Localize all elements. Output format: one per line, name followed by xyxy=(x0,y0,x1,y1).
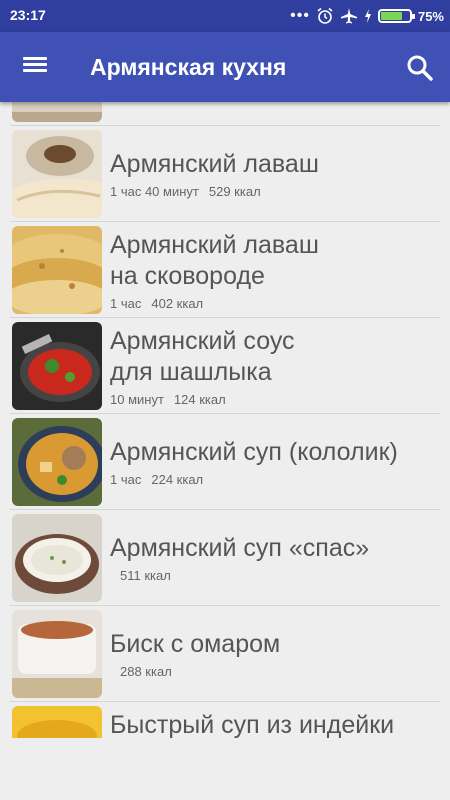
recipe-title: Армянский соус для шашлыка xyxy=(110,326,295,386)
list-bottom-area xyxy=(0,738,450,800)
list-item[interactable]: Армянский лаваш на сковороде 1 час 402 кк… xyxy=(10,222,440,318)
status-icons: ••• 75% xyxy=(290,6,444,26)
app-bar: Армянская кухня xyxy=(0,32,450,102)
recipe-text: Биск с омаром 288 ккал xyxy=(110,606,440,702)
list-item[interactable]: Армянский суп «спас» 511 ккал xyxy=(10,510,440,606)
menu-icon-bar xyxy=(23,63,47,66)
recipe-meta: 10 минут 124 ккал xyxy=(110,392,440,407)
recipe-title: Армянский суп «спас» xyxy=(110,534,370,562)
battery-percent: 75% xyxy=(417,8,444,24)
list-item[interactable]: Биск с омаром 288 ккал xyxy=(10,606,440,702)
alarm-icon xyxy=(317,7,333,24)
menu-icon-bar xyxy=(23,69,47,72)
recipe-text: Армянский суп «спас» 511 ккал xyxy=(110,510,440,606)
recipe-kcal: 124 ккал xyxy=(173,391,226,407)
list-item[interactable]: Армянский суп (кололик) 1 час 224 ккал xyxy=(10,414,440,510)
recipe-thumbnail xyxy=(12,514,102,602)
recipe-text: Армянский суп (кололик) 1 час 224 ккал xyxy=(110,414,440,510)
battery-icon xyxy=(377,9,415,23)
recipe-meta: 1 час 402 ккал xyxy=(110,296,440,311)
recipe-time: 1 час 40 минут xyxy=(110,184,199,199)
airplane-icon xyxy=(340,8,357,24)
recipe-text: Армянский лаваш на сковороде 1 час 402 кк… xyxy=(110,222,440,318)
recipe-kcal: 288 ккал xyxy=(120,664,172,679)
battery-fill xyxy=(380,12,402,20)
recipe-meta: 288 ккал xyxy=(110,664,440,679)
status-bar: 23:17 ••• 75% xyxy=(0,0,450,32)
recipe-text: Армянский лаваш 1 час 40 минут 529 ккал xyxy=(110,126,440,222)
recipe-kcal: 511 ккал xyxy=(120,568,171,583)
charging-icon xyxy=(364,9,371,23)
recipe-title: Армянский суп (кололик) xyxy=(110,438,398,466)
search-icon xyxy=(407,55,433,81)
recipe-thumbnail xyxy=(12,130,102,218)
recipe-kcal: 402 ккал xyxy=(151,295,204,311)
recipe-title: Быстрый суп из индейки xyxy=(110,711,395,738)
more-dots-icon: ••• xyxy=(290,7,310,24)
recipe-kcal: 529 ккал xyxy=(208,184,261,199)
recipe-title: Армянский лаваш xyxy=(110,150,319,178)
recipe-time: 10 минут xyxy=(110,391,164,407)
menu-icon xyxy=(23,57,47,60)
recipe-meta: 1 час 224 ккал xyxy=(110,472,440,487)
list-item[interactable]: Армянский лаваш 1 час 40 минут 529 ккал xyxy=(10,126,440,222)
recipe-text: Армянский соус для шашлыка 10 минут 124 к… xyxy=(110,318,440,414)
recipe-time: 1 час xyxy=(110,295,142,311)
status-time: 23:17 xyxy=(10,7,46,23)
list-item[interactable]: Армянский соус для шашлыка 10 минут 124 к… xyxy=(10,318,440,414)
recipe-title: Армянский лаваш на сковороде xyxy=(110,230,319,290)
recipe-list[interactable]: Армянский лаваш 1 час 40 минут 529 ккал А… xyxy=(0,102,450,738)
recipe-kcal: 224 ккал xyxy=(151,472,204,487)
recipe-list-content: Армянский лаваш 1 час 40 минут 529 ккал А… xyxy=(0,102,450,738)
recipe-meta: 1 час 40 минут 529 ккал xyxy=(110,184,440,199)
recipe-thumbnail xyxy=(12,418,102,506)
recipe-thumbnail xyxy=(12,706,102,738)
list-item-partial[interactable] xyxy=(10,102,440,126)
recipe-meta: 511 ккал xyxy=(110,568,440,583)
search-button[interactable] xyxy=(404,52,436,84)
recipe-thumbnail xyxy=(12,102,102,122)
list-item[interactable]: Быстрый суп из индейки xyxy=(10,702,440,738)
recipe-time: 1 час xyxy=(110,472,142,487)
recipe-text: Быстрый суп из индейки xyxy=(110,702,440,738)
recipe-thumbnail xyxy=(12,322,102,410)
recipe-title: Биск с омаром xyxy=(110,630,281,658)
recipe-thumbnail xyxy=(12,226,102,314)
page-title: Армянская кухня xyxy=(90,54,287,80)
menu-button[interactable] xyxy=(18,53,52,81)
recipe-thumbnail xyxy=(12,610,102,698)
